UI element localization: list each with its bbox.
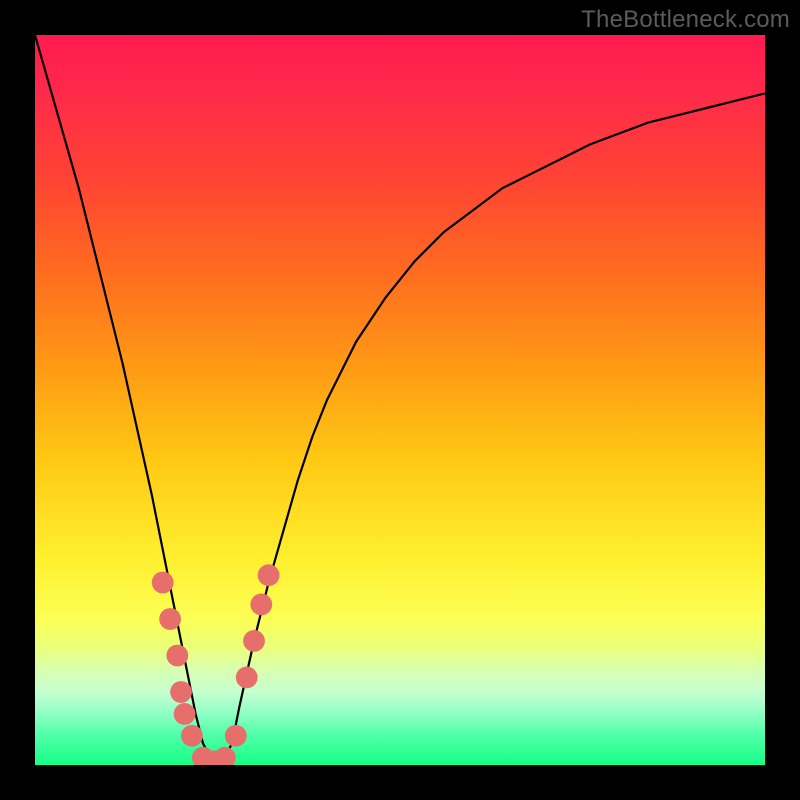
curve-marker	[250, 594, 272, 616]
watermark-text: TheBottleneck.com	[581, 6, 790, 34]
curve-marker	[174, 703, 196, 725]
curve-marker	[181, 725, 203, 747]
curve-marker	[225, 725, 247, 747]
curve-marker	[152, 572, 174, 594]
curve-marker	[258, 564, 280, 586]
chart-frame: TheBottleneck.com	[0, 0, 800, 800]
curve-marker	[243, 630, 265, 652]
curve-marker	[170, 681, 192, 703]
curve-marker	[166, 645, 188, 667]
curve-marker	[159, 608, 181, 630]
chart-svg	[35, 35, 765, 765]
plot-area	[35, 35, 765, 765]
bottleneck-curve-line	[35, 35, 765, 765]
bottleneck-curve	[35, 35, 765, 765]
curve-marker	[236, 667, 258, 689]
curve-marker	[214, 747, 236, 765]
